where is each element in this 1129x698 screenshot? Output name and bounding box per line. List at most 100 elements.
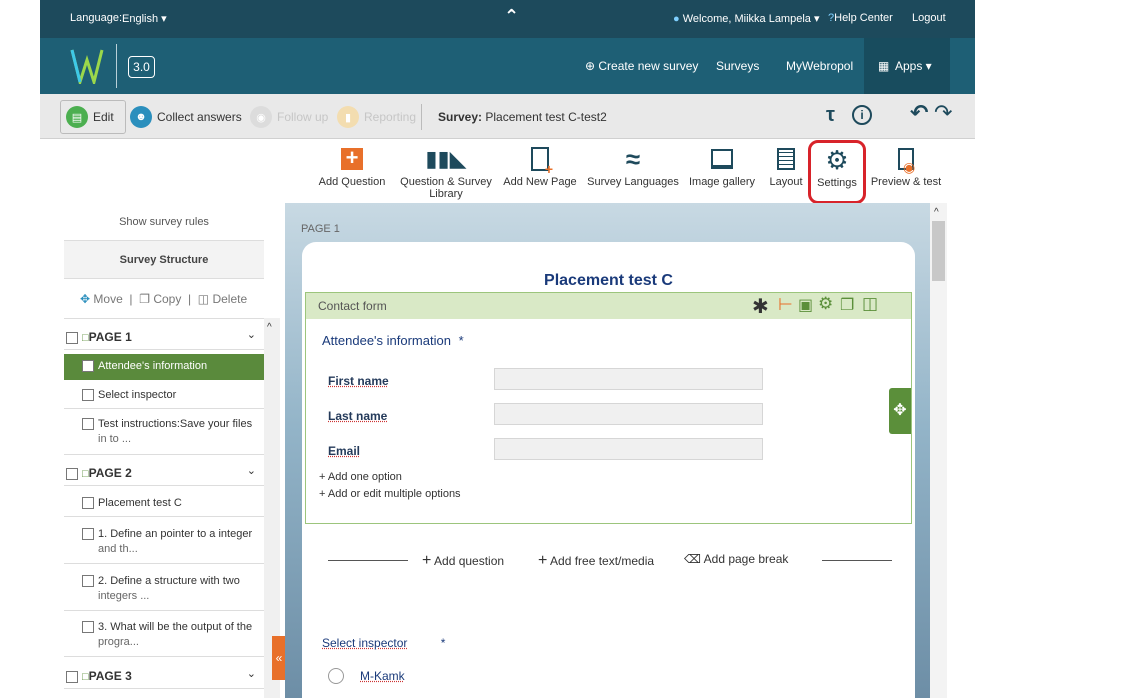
- sidebar-item-test-instructions[interactable]: Test instructions:Save your files in to …: [64, 411, 264, 455]
- first-name-label: First name: [328, 374, 389, 388]
- scroll-thumb[interactable]: [932, 221, 945, 281]
- add-free-text-link[interactable]: + Add free text/media: [538, 552, 654, 570]
- sidebar-page-3[interactable]: □PAGE 3 ⌄: [64, 661, 264, 689]
- required-asterisk-icon[interactable]: ✱: [752, 294, 769, 319]
- collect-answers-tab[interactable]: ☻ Collect answers: [130, 104, 242, 130]
- sidebar-item-question-1[interactable]: 1. Define an pointer to a integer and th…: [64, 522, 264, 564]
- question-header: Contact form ✱ ⊢ ▣ ⚙ ❐ ◫: [306, 293, 911, 319]
- layout-button[interactable]: Layout: [766, 146, 806, 188]
- help-center-link[interactable]: ?Help Center: [828, 12, 893, 24]
- sidebar-page-1[interactable]: □PAGE 1 ⌄: [64, 322, 264, 350]
- mywebropol-link[interactable]: MyWebropol: [786, 59, 853, 73]
- copy-action[interactable]: ❐ Copy: [139, 292, 181, 306]
- select-inspector-question: Select inspector *: [322, 636, 445, 650]
- item-checkbox[interactable]: [82, 575, 94, 588]
- item-checkbox[interactable]: [82, 621, 94, 634]
- delete-action[interactable]: ◫ Delete: [198, 292, 247, 306]
- add-new-page-button[interactable]: + Add New Page: [502, 146, 578, 188]
- email-label: Email: [328, 444, 361, 458]
- page-label: PAGE 3: [88, 669, 132, 683]
- help-center-label: Help Center: [834, 12, 893, 24]
- info-icon[interactable]: i: [852, 105, 872, 125]
- chevron-down-icon[interactable]: ⌄: [247, 667, 256, 680]
- question-block[interactable]: Contact form ✱ ⊢ ▣ ⚙ ❐ ◫ Attendee's info…: [305, 292, 912, 524]
- sidebar-item-select-inspector[interactable]: Select inspector: [64, 383, 264, 409]
- survey-label: Survey:: [438, 110, 483, 124]
- language-label: Language:: [70, 12, 122, 24]
- gear-icon: ⚙: [825, 145, 849, 175]
- move-action[interactable]: ✥ Move: [80, 292, 123, 306]
- show-survey-rules-button[interactable]: Show survey rules: [64, 203, 264, 241]
- question-text: Attendee's information: [322, 333, 451, 348]
- reporting-tab[interactable]: ▮ Reporting: [337, 104, 416, 130]
- follow-up-tab[interactable]: ◉ Follow up: [250, 104, 328, 130]
- page-checkbox[interactable]: [66, 332, 78, 345]
- item-label-continued: in to ...: [98, 433, 132, 445]
- chevron-down-icon[interactable]: ⌄: [247, 328, 256, 341]
- people-icon: ☻: [130, 106, 152, 128]
- add-one-option-link[interactable]: + Add one option: [319, 471, 402, 483]
- radio-m-kamk[interactable]: [328, 668, 344, 684]
- surveys-link[interactable]: Surveys: [716, 59, 759, 73]
- scroll-up-icon[interactable]: ^: [267, 322, 272, 333]
- question-library-button[interactable]: ▮▮◣ Question & Survey Library: [396, 146, 496, 201]
- user-menu[interactable]: ● Welcome, Miikka Lampela ▾: [673, 12, 819, 25]
- email-field[interactable]: [494, 438, 763, 460]
- chevron-down-icon[interactable]: ⌄: [247, 464, 256, 477]
- page-checkbox[interactable]: [66, 468, 78, 481]
- item-checkbox[interactable]: [82, 497, 94, 510]
- apps-menu[interactable]: ▦ Apps ▾: [864, 38, 950, 94]
- item-checkbox[interactable]: [82, 389, 94, 402]
- logic-branch-icon[interactable]: ⊢: [778, 295, 793, 315]
- drag-handle[interactable]: ✥: [889, 388, 911, 434]
- page-number-label: PAGE 1: [301, 223, 340, 235]
- add-question-label: Add Question: [318, 176, 386, 188]
- preview-test-button[interactable]: ◉ Preview & test: [868, 146, 944, 188]
- image-icon[interactable]: ▣: [798, 295, 813, 315]
- add-page-break-link[interactable]: ⌫ Add page break: [684, 552, 788, 566]
- logout-link[interactable]: Logout: [912, 12, 946, 24]
- add-multiple-options-link[interactable]: + Add or edit multiple options: [319, 488, 461, 500]
- survey-title: Placement test C: [544, 272, 673, 289]
- edit-tab-frame: [60, 100, 126, 134]
- sidebar-item-question-2[interactable]: 2. Define a structure with two integers …: [64, 569, 264, 611]
- item-label-continued: progra...: [98, 636, 139, 648]
- text-size-icon[interactable]: τ: [826, 104, 835, 127]
- collapse-sidebar-button[interactable]: «: [272, 636, 286, 680]
- page-label: PAGE 1: [88, 330, 132, 344]
- survey-languages-button[interactable]: ≈ Survey Languages: [587, 146, 679, 188]
- language-selector[interactable]: English ▾: [122, 12, 167, 25]
- item-checkbox[interactable]: [82, 418, 94, 431]
- trash-icon[interactable]: ◫: [862, 294, 878, 314]
- webropol-logo[interactable]: [70, 48, 104, 84]
- main-nav: 3.0 ⊕ Create new survey Surveys MyWebrop…: [40, 38, 975, 94]
- copy-icon[interactable]: ❐: [840, 295, 854, 315]
- sidebar-item-attendees-information[interactable]: Attendee's information: [64, 354, 264, 380]
- redo-icon[interactable]: ↷: [934, 100, 952, 126]
- create-new-survey-link[interactable]: ⊕ Create new survey: [585, 59, 698, 73]
- copy-icon: ❐: [139, 292, 150, 306]
- collapse-header-icon[interactable]: ⌃: [504, 6, 519, 27]
- item-label: Placement test C: [98, 497, 182, 509]
- last-name-field[interactable]: [494, 403, 763, 425]
- undo-icon[interactable]: ↶: [910, 100, 928, 126]
- item-checkbox[interactable]: [82, 360, 94, 373]
- user-icon: ●: [673, 13, 680, 25]
- add-question-button[interactable]: + Add Question: [316, 146, 388, 189]
- page-break-icon: ⌫: [684, 552, 701, 566]
- sidebar-item-placement-test-c[interactable]: Placement test C: [64, 491, 264, 517]
- item-checkbox[interactable]: [82, 528, 94, 541]
- add-question-link[interactable]: + Add question: [422, 552, 504, 570]
- canvas-scrollbar[interactable]: ^: [930, 203, 947, 698]
- image-gallery-button[interactable]: Image gallery: [688, 146, 756, 188]
- separator-right: [822, 560, 892, 561]
- item-label: 1. Define an pointer to a integer: [98, 528, 253, 540]
- gear-icon[interactable]: ⚙: [818, 294, 833, 314]
- page-checkbox[interactable]: [66, 671, 78, 684]
- sidebar-item-question-3[interactable]: 3. What will be the output of the progra…: [64, 615, 264, 657]
- settings-button[interactable]: ⚙ Settings: [808, 140, 866, 204]
- sidebar-page-2[interactable]: □PAGE 2 ⌄: [64, 458, 264, 486]
- scroll-up-icon[interactable]: ^: [934, 207, 939, 218]
- first-name-field[interactable]: [494, 368, 763, 390]
- follow-up-label: Follow up: [277, 110, 329, 124]
